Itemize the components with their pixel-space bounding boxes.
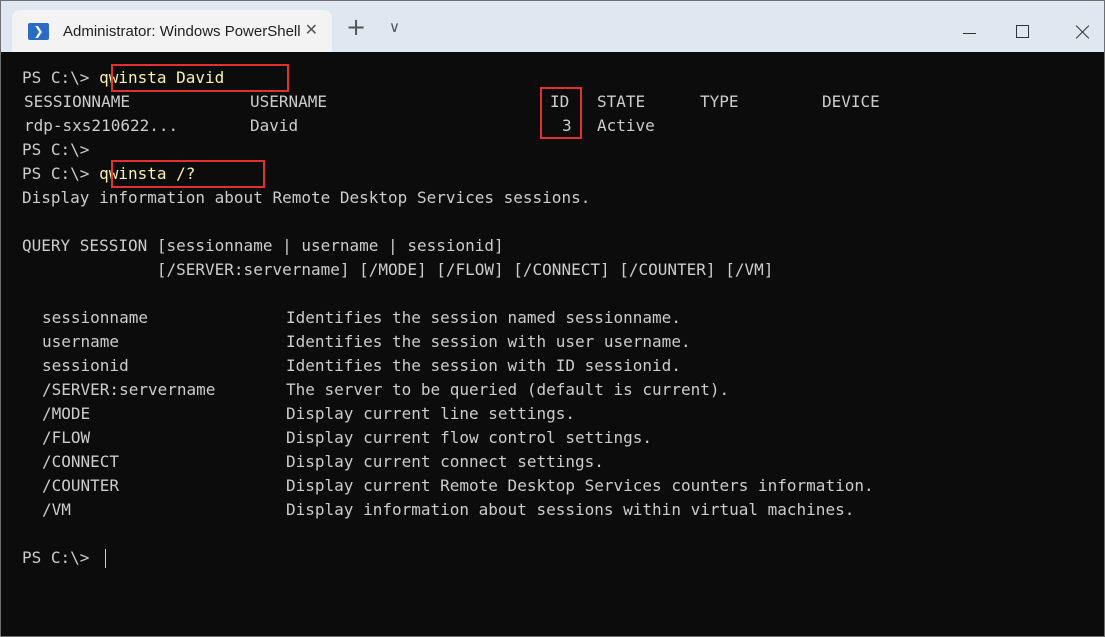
cell-state: Active [597, 116, 655, 135]
powershell-icon: ❯ [28, 22, 49, 40]
col-device: DEVICE [822, 92, 880, 111]
highlight-box-cmd1 [111, 64, 289, 92]
param-name: /FLOW [42, 428, 91, 447]
highlight-box-cmd2 [111, 160, 265, 188]
param-desc: Identifies the session named sessionname… [286, 308, 681, 327]
param-desc: The server to be queried (default is cur… [286, 380, 730, 399]
param-name: sessionid [42, 356, 129, 375]
syntax-line-2: [/SERVER:servername] [/MODE] [/FLOW] [/C… [22, 260, 774, 279]
param-name: /COUNTER [42, 476, 120, 495]
param-name: username [42, 332, 120, 351]
prompt: PS C:\> [22, 68, 90, 87]
prompt-line: PS C:\> [22, 138, 89, 162]
prompt: PS C:\> [22, 140, 90, 159]
param-name: /CONNECT [42, 452, 120, 471]
col-state: STATE [597, 92, 646, 111]
terminal-window: ❯ Administrator: Windows PowerShell ✕ + … [0, 0, 1105, 637]
param-name: sessionname [42, 308, 148, 327]
cell-sessionname: rdp-sxs210622... [24, 116, 179, 135]
param-desc: Display current Remote Desktop Services … [286, 476, 874, 495]
description-line: Display information about Remote Desktop… [22, 188, 591, 207]
prompt: PS C:\> [22, 548, 90, 567]
minimize-button[interactable] [946, 1, 992, 47]
prompt-line: PS C:\> [22, 546, 99, 570]
param-desc: Identifies the session with user usernam… [286, 332, 691, 351]
col-type: TYPE [700, 92, 739, 111]
col-username: USERNAME [250, 92, 328, 111]
new-tab-button[interactable]: + [346, 14, 366, 40]
cell-username: David [250, 116, 299, 135]
tab-title: Administrator: Windows PowerShell [63, 22, 301, 40]
param-name: /SERVER:servername [42, 380, 216, 399]
highlight-box-id [540, 87, 582, 139]
close-tab-icon[interactable]: ✕ [305, 21, 318, 39]
param-desc: Identifies the session with ID sessionid… [286, 356, 681, 375]
syntax-line-1: QUERY SESSION [sessionname | username | … [22, 236, 504, 255]
close-window-button[interactable] [1054, 1, 1100, 47]
param-desc: Display current connect settings. [286, 452, 604, 471]
title-bar: ❯ Administrator: Windows PowerShell ✕ + … [1, 1, 1104, 52]
col-sessionname: SESSIONNAME [24, 92, 130, 111]
param-desc: Display current line settings. [286, 404, 575, 423]
param-desc: Display current flow control settings. [286, 428, 653, 447]
text-cursor [105, 549, 106, 568]
param-desc: Display information about sessions withi… [286, 500, 855, 519]
param-name: /VM [42, 500, 71, 519]
terminal-output[interactable]: PS C:\> qwinsta David SESSIONNAME USERNAM… [1, 52, 1104, 636]
prompt: PS C:\> [22, 164, 90, 183]
param-name: /MODE [42, 404, 91, 423]
tab-dropdown-button[interactable]: ∨ [389, 18, 400, 36]
maximize-button[interactable] [999, 1, 1045, 47]
tab-powershell[interactable]: ❯ Administrator: Windows PowerShell ✕ [12, 10, 332, 52]
